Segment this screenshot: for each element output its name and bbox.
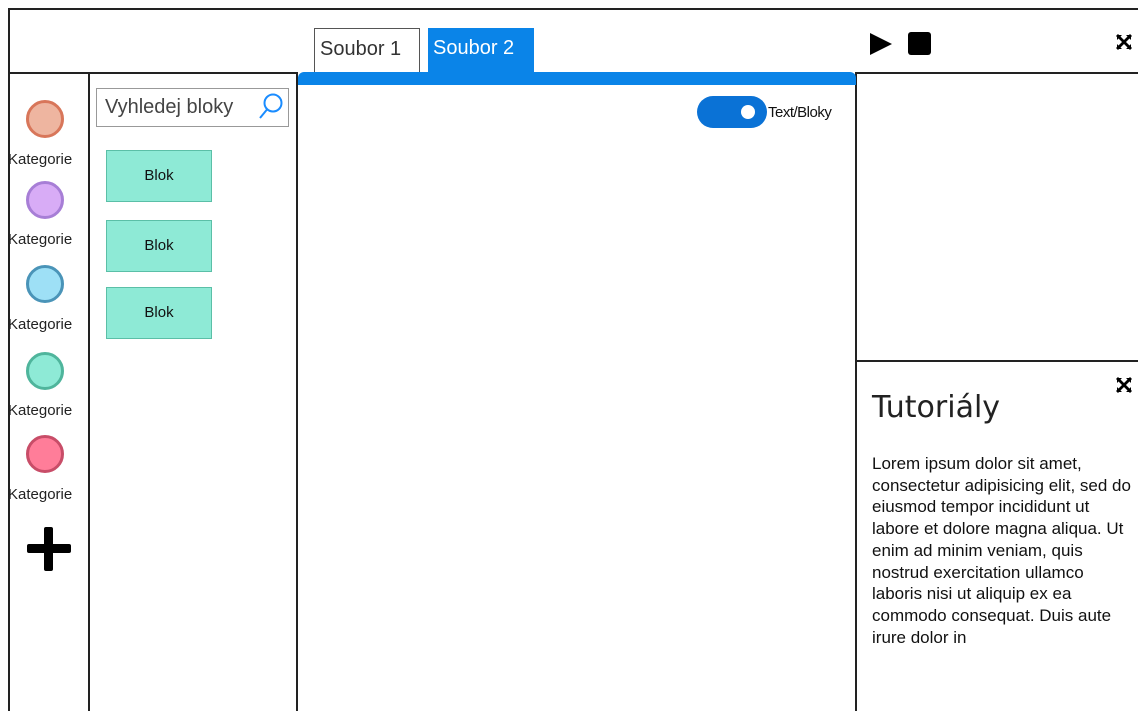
plus-icon[interactable] [27, 527, 71, 571]
tab-soubor-1[interactable]: Soubor 1 [314, 28, 420, 72]
frame-left-border [8, 8, 10, 711]
category-circle-1[interactable] [26, 100, 64, 138]
block-panel-divider [296, 72, 298, 711]
category-circle-5[interactable] [26, 435, 64, 473]
category-circle-4[interactable] [26, 352, 64, 390]
block-item[interactable]: Blok [106, 287, 212, 339]
category-circle-2[interactable] [26, 181, 64, 219]
category-label: Kategorie [8, 486, 73, 503]
editor-tab-bar [298, 72, 856, 85]
category-label: Kategorie [8, 231, 73, 248]
search-icon[interactable] [257, 92, 285, 122]
category-label: Kategorie [8, 151, 73, 168]
category-panel-divider [88, 72, 90, 711]
editor-right-divider [855, 72, 857, 711]
toggle-label: Text/Bloky [768, 104, 832, 121]
expand-icon[interactable] [1116, 377, 1132, 393]
toggle-knob [741, 105, 755, 119]
stop-icon[interactable] [908, 32, 931, 55]
search-input[interactable] [105, 92, 255, 122]
tab-soubor-2[interactable]: Soubor 2 [428, 28, 534, 72]
block-item[interactable]: Blok [106, 220, 212, 272]
category-label: Kategorie [8, 402, 73, 419]
search-box[interactable] [96, 88, 289, 127]
header-bottom-divider-right [855, 72, 1138, 74]
play-icon[interactable] [870, 33, 892, 55]
header-bottom-divider-left [8, 72, 298, 74]
category-circle-3[interactable] [26, 265, 64, 303]
block-item[interactable]: Blok [106, 150, 212, 202]
expand-icon[interactable] [1116, 34, 1132, 50]
preview-tutorial-divider [855, 360, 1138, 362]
category-label: Kategorie [8, 316, 73, 333]
tutorials-text: Lorem ipsum dolor sit amet, consectetur … [872, 454, 1131, 647]
frame-top-border [8, 8, 1138, 10]
tutorials-title: Tutoriály [872, 390, 1001, 425]
text-blocks-toggle[interactable] [697, 96, 767, 128]
